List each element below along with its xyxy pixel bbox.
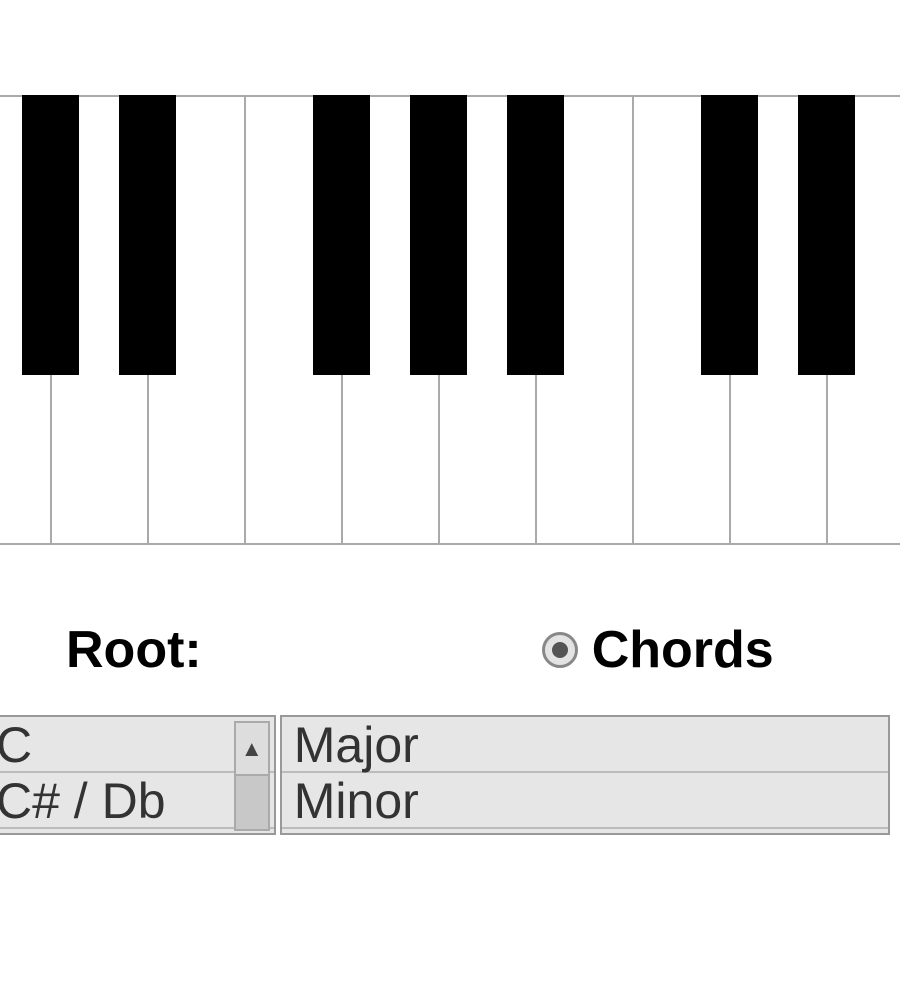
piano-keyboard[interactable] (0, 95, 900, 545)
black-key[interactable] (313, 95, 370, 375)
list-item[interactable]: Major (282, 717, 888, 773)
list-item[interactable]: Minor (282, 773, 888, 829)
black-key[interactable] (22, 95, 79, 375)
chords-label: Chords (592, 620, 774, 680)
chords-radio[interactable] (542, 632, 578, 668)
black-key[interactable] (798, 95, 855, 375)
radio-dot-icon (552, 642, 568, 658)
black-key[interactable] (507, 95, 564, 375)
scrollbar[interactable]: ▲ (234, 721, 270, 831)
root-listbox[interactable]: C C# / Db ▲ (0, 715, 276, 835)
black-key[interactable] (119, 95, 176, 375)
chord-type-listbox[interactable]: Major Minor (280, 715, 890, 835)
list-item[interactable]: C (0, 717, 274, 773)
list-item[interactable]: C# / Db (0, 773, 274, 829)
labels-row: Root: Chords (10, 620, 890, 680)
black-key[interactable] (701, 95, 758, 375)
controls-panel: Root: Chords C C# / Db ▲ Major Minor (0, 620, 900, 835)
listboxes-row: C C# / Db ▲ Major Minor (0, 715, 890, 835)
black-key[interactable] (410, 95, 467, 375)
scroll-up-icon[interactable]: ▲ (236, 723, 268, 776)
scroll-thumb[interactable] (236, 776, 268, 829)
chords-mode-group: Chords (542, 620, 774, 680)
root-label: Root: (66, 620, 202, 680)
